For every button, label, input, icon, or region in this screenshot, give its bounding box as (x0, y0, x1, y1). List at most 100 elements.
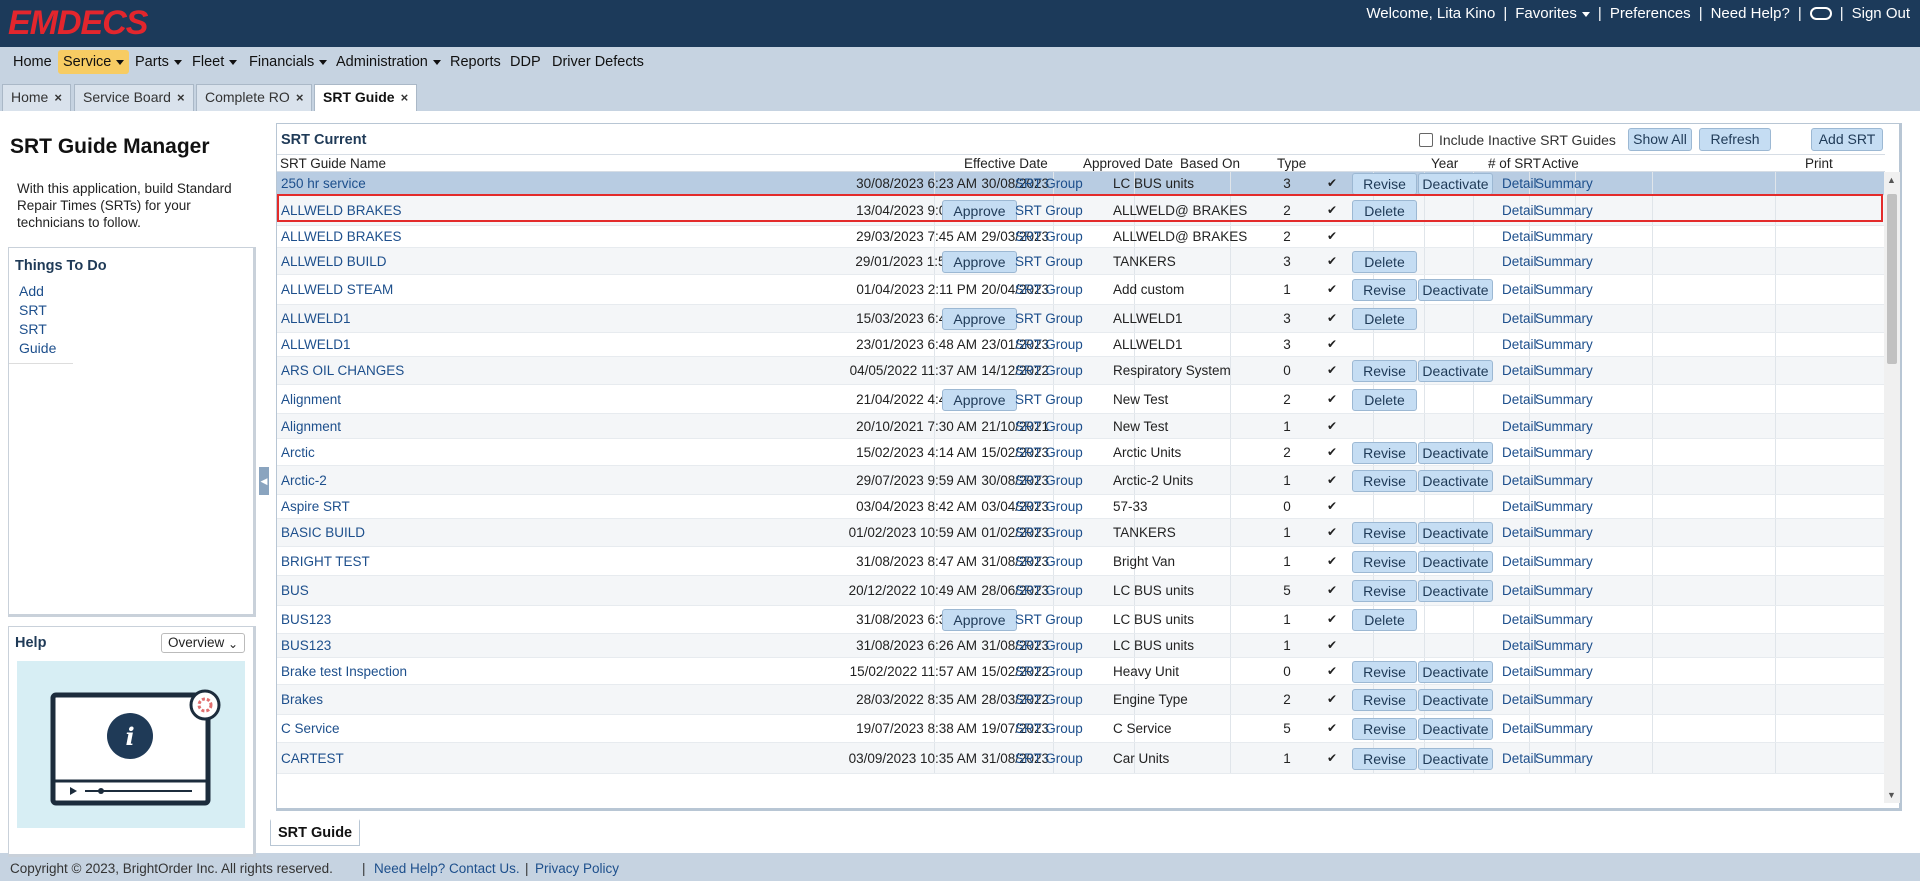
table-row[interactable]: ALLWELD STEAM 01/04/2023 2:11 PM 20/04/202… (277, 275, 1885, 305)
srt-guide-name-link[interactable]: Aspire SRT (281, 499, 350, 514)
favorites-menu[interactable]: Favorites (1515, 5, 1590, 22)
add-srt-link[interactable]: Add SRT (19, 282, 73, 320)
print-summary-link[interactable]: Summary (1535, 525, 1593, 540)
revise-button[interactable]: Revise (1352, 580, 1417, 602)
print-summary-link[interactable]: Summary (1535, 445, 1593, 460)
table-row[interactable]: ALLWELD BRAKES 13/04/2023 9:07 AM Approve S… (277, 196, 1885, 226)
based-on-link[interactable]: SRT Group (1015, 445, 1083, 460)
emdecs-logo[interactable]: EMDECS (8, 4, 148, 42)
based-on-link[interactable]: SRT Group (1015, 499, 1083, 514)
srt-guide-name-link[interactable]: ALLWELD1 (281, 337, 351, 352)
menu-administration[interactable]: Administration (331, 50, 446, 74)
revise-button[interactable]: Revise (1352, 522, 1417, 544)
srt-guide-name-link[interactable]: ALLWELD1 (281, 311, 351, 326)
print-summary-link[interactable]: Summary (1535, 721, 1593, 736)
col-based-on[interactable]: Based On (1180, 156, 1240, 171)
tab-service-board[interactable]: Service Board × (74, 84, 194, 111)
print-summary-link[interactable]: Summary (1535, 612, 1593, 627)
print-detail-link[interactable]: Detail (1502, 311, 1537, 326)
srt-guide-name-link[interactable]: BUS123 (281, 612, 331, 627)
based-on-link[interactable]: SRT Group (1015, 583, 1083, 598)
srt-guide-name-link[interactable]: BUS (281, 583, 309, 598)
print-detail-link[interactable]: Detail (1502, 664, 1537, 679)
print-detail-link[interactable]: Detail (1502, 363, 1537, 378)
print-detail-link[interactable]: Detail (1502, 473, 1537, 488)
table-row[interactable]: 250 hr service 30/08/2023 6:23 AM 30/08/20… (277, 172, 1885, 196)
collapse-panel-handle[interactable]: ◀ (259, 467, 269, 495)
col-approved-date[interactable]: Approved Date (1083, 156, 1173, 171)
menu-reports[interactable]: Reports (445, 50, 506, 74)
tab-srt-guide[interactable]: SRT Guide × (314, 84, 418, 112)
based-on-link[interactable]: SRT Group (1015, 229, 1083, 244)
approve-button[interactable]: Approve (942, 251, 1017, 273)
srt-guide-name-link[interactable]: ARS OIL CHANGES (281, 363, 404, 378)
print-detail-link[interactable]: Detail (1502, 254, 1537, 269)
sign-out-link[interactable]: Sign Out (1852, 5, 1910, 22)
table-row[interactable]: Arctic-2 29/07/2023 9:59 AM 30/08/2023 SRT … (277, 466, 1885, 495)
tab-home[interactable]: Home × (2, 84, 71, 111)
based-on-link[interactable]: SRT Group (1015, 525, 1083, 540)
table-row[interactable]: ALLWELD1 15/03/2023 6:45 AM Approve SRT Gro… (277, 305, 1885, 333)
notification-icon[interactable] (1809, 7, 1832, 20)
print-summary-link[interactable]: Summary (1535, 203, 1593, 218)
srt-guide-name-link[interactable]: CARTEST (281, 751, 344, 766)
srt-guide-name-link[interactable]: Alignment (281, 419, 341, 434)
print-detail-link[interactable]: Detail (1502, 612, 1537, 627)
based-on-link[interactable]: SRT Group (1015, 311, 1083, 326)
table-row[interactable]: BASIC BUILD 01/02/2023 10:59 AM 01/02/2023… (277, 519, 1885, 547)
print-detail-link[interactable]: Detail (1502, 445, 1537, 460)
col-type[interactable]: Type (1277, 156, 1306, 171)
approve-button[interactable]: Approve (942, 200, 1017, 222)
bottom-tab-srt-guide[interactable]: SRT Guide (270, 819, 361, 846)
print-detail-link[interactable]: Detail (1502, 499, 1537, 514)
preferences-link[interactable]: Preferences (1610, 5, 1691, 22)
table-row[interactable]: Alignment 21/04/2022 4:43 AM Approve SRT Gr… (277, 385, 1885, 414)
deactivate-button[interactable]: Deactivate (1418, 689, 1493, 711)
table-row[interactable]: ALLWELD BRAKES 29/03/2023 7:45 AM 29/03/20… (277, 226, 1885, 248)
delete-button[interactable]: Delete (1352, 308, 1417, 330)
close-icon[interactable]: × (177, 90, 185, 105)
deactivate-button[interactable]: Deactivate (1418, 661, 1493, 683)
print-detail-link[interactable]: Detail (1502, 203, 1537, 218)
table-row[interactable]: ALLWELD1 23/01/2023 6:48 AM 23/01/2023 SRT … (277, 333, 1885, 357)
print-detail-link[interactable]: Detail (1502, 419, 1537, 434)
delete-button[interactable]: Delete (1352, 389, 1417, 411)
table-row[interactable]: Aspire SRT 03/04/2023 8:42 AM 03/04/2023 SR… (277, 495, 1885, 519)
help-topic-select[interactable]: Overview ⌄ (161, 633, 245, 653)
based-on-link[interactable]: SRT Group (1015, 392, 1083, 407)
help-video-thumbnail[interactable]: i (17, 661, 245, 828)
deactivate-button[interactable]: Deactivate (1418, 470, 1493, 492)
table-row[interactable]: Alignment 20/10/2021 7:30 AM 21/10/2021 SRT… (277, 414, 1885, 439)
print-summary-link[interactable]: Summary (1535, 751, 1593, 766)
menu-fleet[interactable]: Fleet (187, 50, 242, 74)
menu-financials[interactable]: Financials (244, 50, 332, 74)
deactivate-button[interactable]: Deactivate (1418, 718, 1493, 740)
based-on-link[interactable]: SRT Group (1015, 282, 1083, 297)
print-summary-link[interactable]: Summary (1535, 176, 1593, 191)
based-on-link[interactable]: SRT Group (1015, 473, 1083, 488)
based-on-link[interactable]: SRT Group (1015, 664, 1083, 679)
revise-button[interactable]: Revise (1352, 718, 1417, 740)
deactivate-button[interactable]: Deactivate (1418, 279, 1493, 301)
table-row[interactable]: ARS OIL CHANGES 04/05/2022 11:37 AM 14/12/… (277, 357, 1885, 385)
close-icon[interactable]: × (54, 90, 62, 105)
deactivate-button[interactable]: Deactivate (1418, 360, 1493, 382)
print-detail-link[interactable]: Detail (1502, 282, 1537, 297)
print-detail-link[interactable]: Detail (1502, 638, 1537, 653)
based-on-link[interactable]: SRT Group (1015, 203, 1083, 218)
menu-home[interactable]: Home (8, 50, 57, 74)
revise-button[interactable]: Revise (1352, 442, 1417, 464)
include-inactive-label[interactable]: Include Inactive SRT Guides (1439, 132, 1616, 148)
table-row[interactable]: Arctic 15/02/2023 4:14 AM 15/02/2023 SRT Gr… (277, 439, 1885, 466)
tab-complete-ro[interactable]: Complete RO × (196, 84, 313, 111)
srt-guide-name-link[interactable]: 250 hr service (281, 176, 366, 191)
print-detail-link[interactable]: Detail (1502, 692, 1537, 707)
print-summary-link[interactable]: Summary (1535, 282, 1593, 297)
table-row[interactable]: Brakes 28/03/2022 8:35 AM 28/03/2022 SRT Gr… (277, 685, 1885, 715)
close-icon[interactable]: × (296, 90, 304, 105)
revise-button[interactable]: Revise (1352, 279, 1417, 301)
delete-button[interactable]: Delete (1352, 200, 1417, 222)
srt-guide-name-link[interactable]: BRIGHT TEST (281, 554, 370, 569)
srt-guide-name-link[interactable]: ALLWELD BRAKES (281, 229, 402, 244)
based-on-link[interactable]: SRT Group (1015, 176, 1083, 191)
